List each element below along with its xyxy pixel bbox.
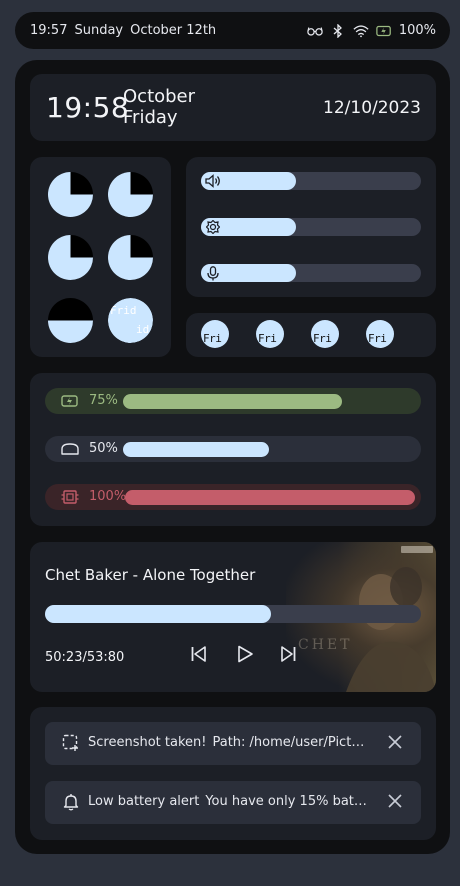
cpu-bar: 100% (45, 484, 421, 510)
resource-fill (125, 490, 415, 505)
pie-overflow-text: id (136, 323, 150, 336)
resource-fill (123, 394, 342, 409)
day-circle: Fri (201, 320, 229, 348)
media-player: CHET Chet Baker - Alone Together 50:23/5… (30, 542, 436, 692)
brightness-icon (204, 219, 222, 235)
microphone-icon (204, 265, 222, 281)
weekday-circles-card: Fri Fri Fri Fri (186, 313, 436, 357)
screenshot-icon (62, 734, 80, 752)
notification-body: Path: /home/user/Pictures/Screenshots/sc… (212, 735, 368, 750)
bell-icon (62, 793, 80, 811)
next-icon (278, 644, 298, 668)
month-label: October (123, 86, 196, 107)
day-circle-label: Fri (203, 332, 222, 345)
day-circle-label: Fri (313, 332, 332, 345)
status-date: October 12th (130, 23, 217, 38)
day-circle-label: Fri (368, 332, 387, 345)
album-art-watermark: CHET (298, 637, 353, 653)
clock: 19:58 (46, 91, 130, 124)
day-circle: Fri (256, 320, 284, 348)
memory-icon (61, 441, 79, 457)
status-day: Sunday (74, 23, 124, 38)
status-battery: 100% (398, 23, 436, 38)
battery-bar: 75% (45, 388, 421, 414)
resource-percent: 100% (89, 489, 127, 504)
notification-body: You have only 15% battery left (205, 794, 368, 809)
pie-slice (48, 320, 93, 343)
track-time: 50:23/53:80 (45, 650, 125, 665)
media-progress-fill (45, 605, 271, 623)
resource-percent: 50% (89, 441, 118, 456)
microphone-slider[interactable] (201, 264, 421, 282)
status-time: 19:57 (30, 23, 68, 38)
resources-card: 75% 50% 100% (30, 373, 436, 526)
play-button[interactable] (233, 644, 257, 668)
day-circle: Fri (311, 320, 339, 348)
dismiss-button[interactable] (386, 734, 404, 752)
pie-gauge (48, 298, 93, 343)
cpu-icon (61, 489, 79, 505)
notification-screenshot[interactable]: Screenshot taken! Path: /home/user/Pictur… (45, 722, 421, 765)
pie-gauge (108, 172, 153, 217)
notification-low-battery[interactable]: Low battery alert You have only 15% batte… (45, 781, 421, 824)
notification-title: Low battery alert (88, 794, 200, 809)
day-circle-label: Fri (258, 332, 277, 345)
brightness-slider[interactable] (201, 218, 421, 236)
notification-title: Screenshot taken! (88, 735, 207, 750)
pie-gauge (48, 172, 93, 217)
resource-fill (123, 442, 269, 457)
bluetooth-icon (330, 23, 346, 39)
track-title: Chet Baker - Alone Together (45, 566, 256, 584)
volume-slider[interactable] (201, 172, 421, 190)
pie-gauge (48, 235, 93, 280)
dismiss-button[interactable] (386, 793, 404, 811)
battery-charging-icon (61, 393, 79, 409)
battery-charging-icon (376, 23, 392, 39)
day-circle: Fri (366, 320, 394, 348)
pie-gauge (108, 235, 153, 280)
previous-icon (189, 644, 209, 668)
media-progress-bar[interactable] (45, 605, 421, 623)
volume-icon (204, 173, 222, 189)
wifi-icon (353, 23, 369, 39)
weekday-label: Friday (123, 107, 178, 128)
memory-bar: 50% (45, 436, 421, 462)
play-icon (235, 644, 255, 668)
pie-gauge: Frid id (108, 298, 153, 343)
date-card: 19:58 October Friday 12/10/2023 (30, 74, 436, 141)
notifications-card: Screenshot taken! Path: /home/user/Pictur… (30, 707, 436, 840)
sliders-card (186, 157, 436, 297)
glasses-icon (307, 23, 323, 39)
next-button[interactable] (276, 644, 300, 668)
numeric-date: 12/10/2023 (323, 98, 421, 118)
previous-button[interactable] (187, 644, 211, 668)
pie-overflow-text: Frid (110, 304, 137, 317)
resource-percent: 75% (89, 393, 118, 408)
status-bar: 19:57 Sunday October 12th 100% (15, 12, 450, 49)
close-icon (388, 734, 402, 753)
pie-grid-card: Frid id (30, 157, 171, 357)
close-icon (388, 793, 402, 812)
